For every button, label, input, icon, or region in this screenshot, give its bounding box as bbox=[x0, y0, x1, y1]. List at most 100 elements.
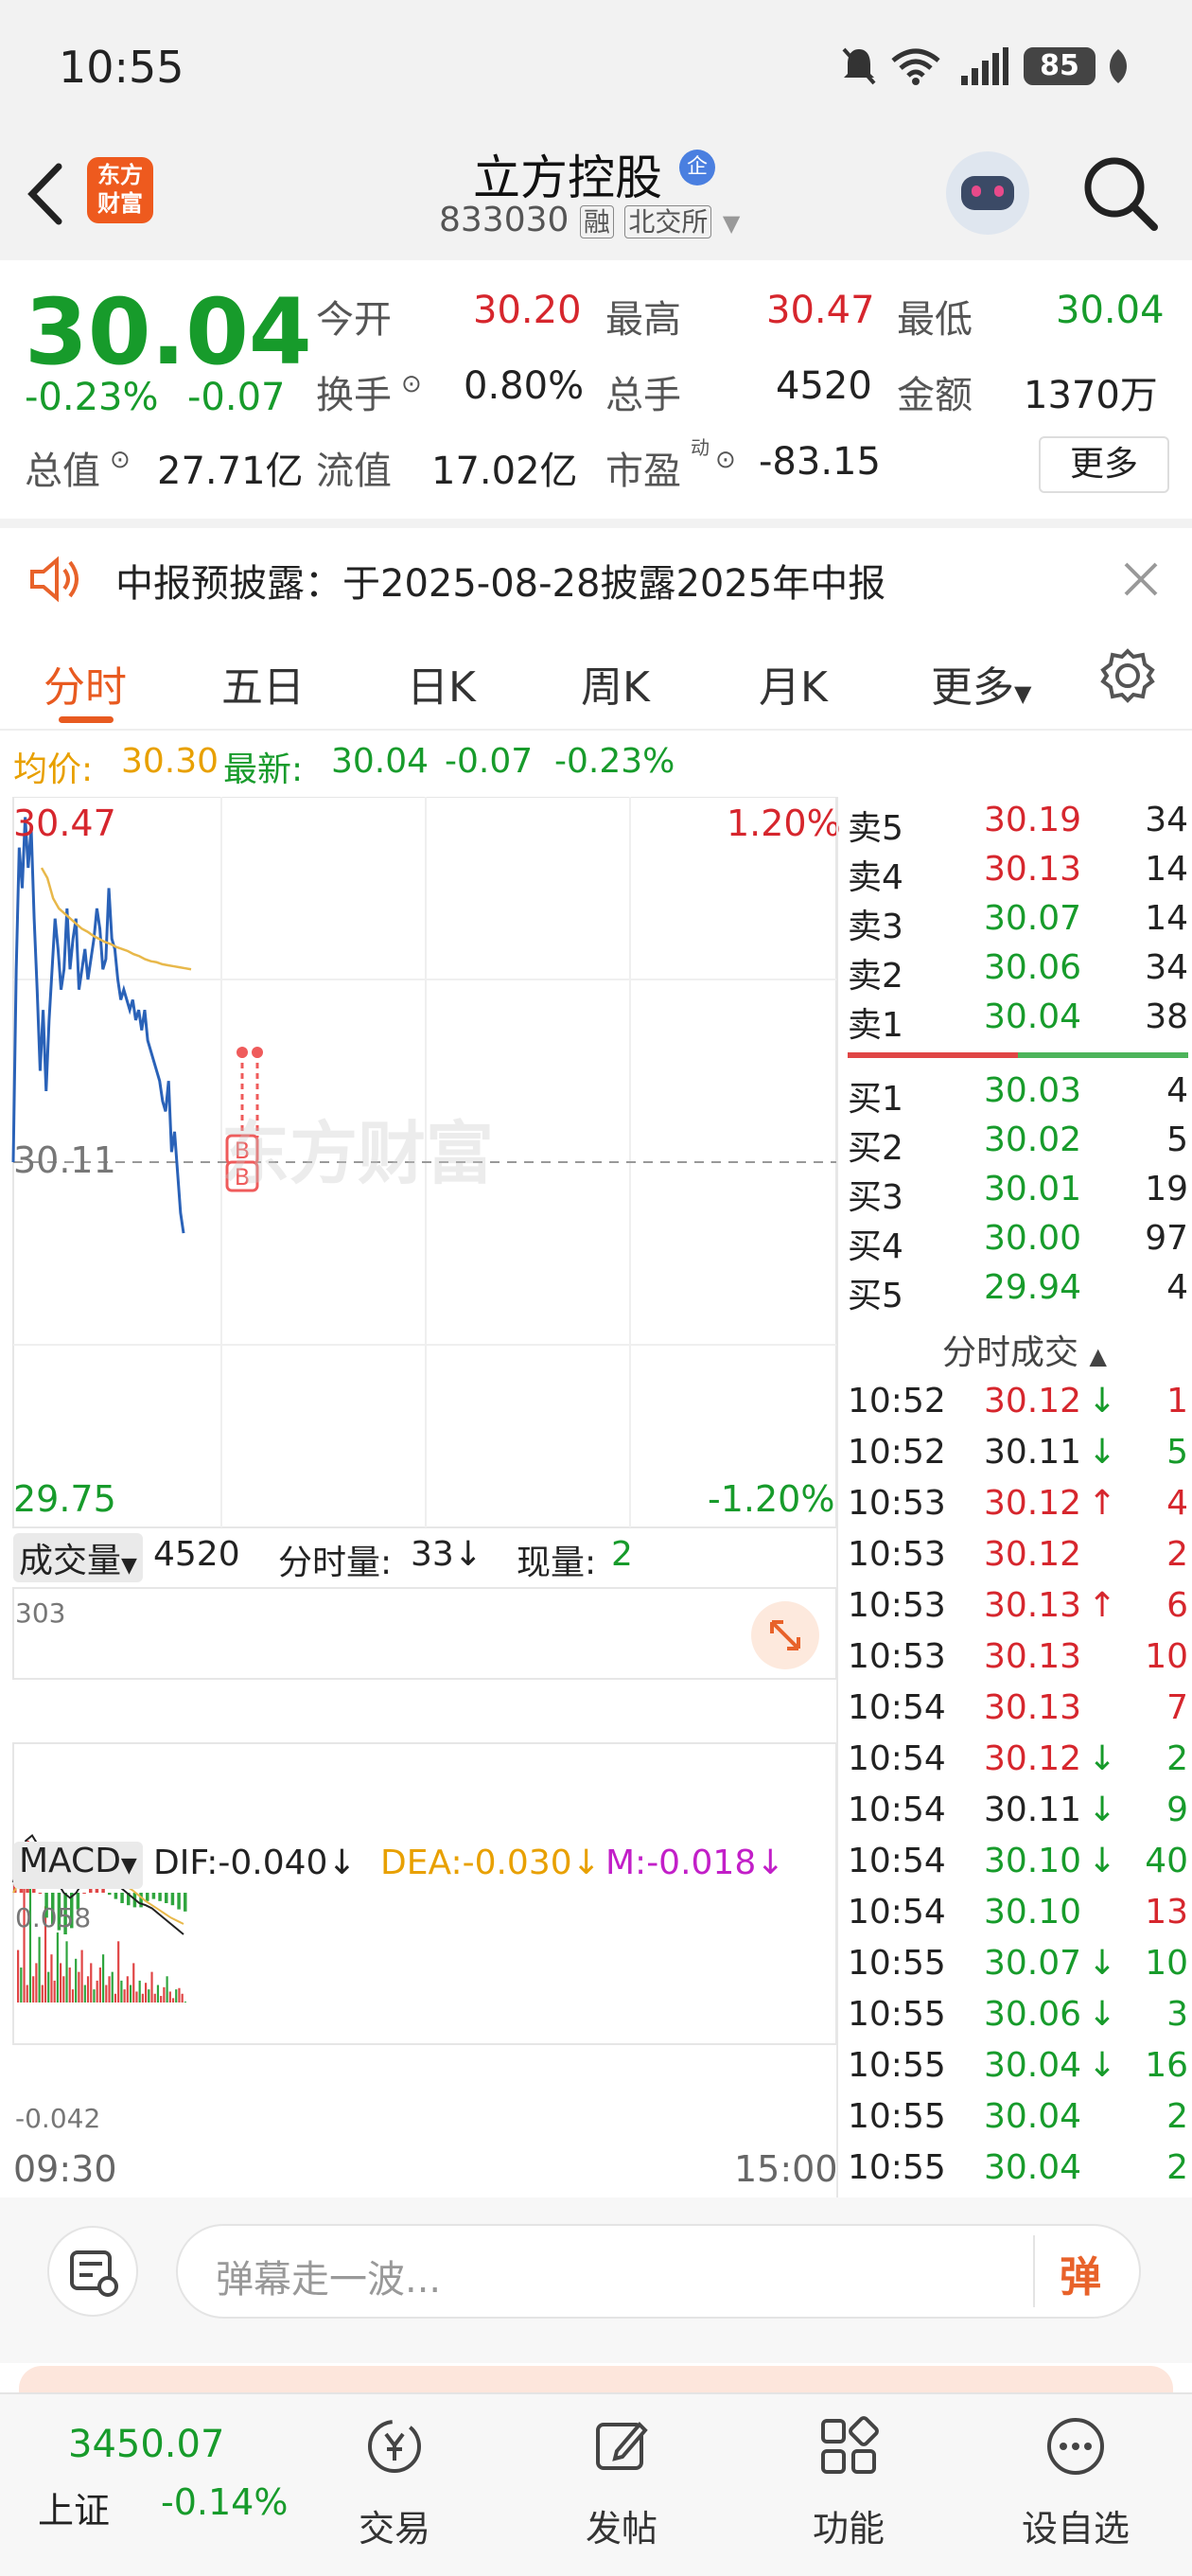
tick-direction-icon: ↓ bbox=[1088, 1842, 1117, 1880]
tick-direction-icon: ↓ bbox=[1088, 1944, 1117, 1983]
period-tabs: 分时 五日 日K 周K 月K 更多▼ bbox=[0, 625, 1192, 731]
robot-avatar[interactable] bbox=[946, 151, 1029, 235]
volume-bar bbox=[38, 1936, 41, 2003]
macd-bar bbox=[158, 1893, 162, 1901]
watermark: 东方财富 bbox=[221, 1114, 495, 1193]
tab-more[interactable]: 更多▼ bbox=[931, 653, 1031, 714]
macd-bar bbox=[170, 1893, 175, 1906]
tab-more-label: 更多 bbox=[931, 663, 1014, 712]
mktcap-info-icon[interactable]: ⊙ bbox=[110, 446, 131, 474]
bid-row: 买5 29.94 4 bbox=[848, 1268, 1188, 1317]
tick-row: 10:54 30.12 ↓ 2 bbox=[848, 1739, 1188, 1791]
pe-info-icon[interactable]: ⊙ bbox=[715, 446, 736, 474]
tab-weekly-k[interactable]: 周K bbox=[581, 653, 650, 714]
nav-functions[interactable]: 功能 bbox=[778, 2413, 920, 2551]
tick-time: 10:55 bbox=[848, 1995, 946, 2034]
macd-dea: DEA:-0.030↓ bbox=[380, 1844, 601, 1882]
nav-trade[interactable]: 交易 bbox=[324, 2413, 465, 2551]
signal-icon bbox=[961, 47, 1008, 85]
expand-icon[interactable] bbox=[751, 1601, 819, 1669]
bid-qty: 4 bbox=[1166, 1071, 1188, 1110]
volume-bar bbox=[120, 1980, 123, 2003]
bid-price: 29.94 bbox=[984, 1268, 1082, 1307]
macd-bar bbox=[184, 1893, 187, 1912]
tab-monthly-k[interactable]: 月K bbox=[759, 653, 828, 714]
bid-label: 买1 bbox=[848, 1080, 903, 1119]
ask-qty: 38 bbox=[1145, 997, 1188, 1036]
low-value: 30.04 bbox=[1056, 289, 1165, 332]
dropdown-caret-icon[interactable]: ▼ bbox=[723, 210, 740, 237]
float-value: 17.02亿 bbox=[431, 450, 578, 493]
volume-bar bbox=[78, 1971, 80, 2003]
grid-icon bbox=[821, 2416, 879, 2474]
bid-qty: 19 bbox=[1145, 1170, 1188, 1209]
comment-input[interactable]: 弹幕走一波... 弹 bbox=[176, 2224, 1141, 2319]
open-value: 30.20 bbox=[473, 289, 582, 332]
volume-bar bbox=[41, 1985, 44, 2003]
tick-qty: 40 bbox=[1145, 1842, 1188, 1880]
tick-qty: 9 bbox=[1166, 1791, 1188, 1829]
tick-time: 10:54 bbox=[848, 1688, 946, 1727]
macd-m: M:-0.018↓ bbox=[605, 1844, 785, 1882]
caret-up-icon: ▲ bbox=[1089, 1343, 1107, 1369]
volume-bar bbox=[166, 1976, 168, 2003]
app-logo[interactable]: 东方财富 bbox=[87, 157, 153, 223]
volume-bar bbox=[168, 1991, 171, 2003]
index-pct: -0.14% bbox=[161, 2481, 289, 2523]
ticks-title[interactable]: 分时成交 ▲ bbox=[942, 1325, 1107, 1374]
tick-direction-icon: ↓ bbox=[1088, 1791, 1117, 1829]
tick-qty: 13 bbox=[1145, 1893, 1188, 1932]
tick-row: 10:53 30.13 ↑ 6 bbox=[848, 1586, 1188, 1637]
nav-post[interactable]: 发帖 bbox=[551, 2413, 692, 2551]
macd-selector[interactable]: MACD▼ bbox=[13, 1842, 143, 1889]
ask-price: 30.04 bbox=[984, 997, 1082, 1036]
tick-qty: 1 bbox=[1166, 1382, 1188, 1420]
index-widget[interactable]: 3450.07 上证 -0.14% bbox=[0, 2394, 303, 2576]
tick-row: 10:55 30.07 ↓ 10 bbox=[848, 1944, 1188, 1995]
tick-price: 30.12 bbox=[984, 1484, 1082, 1523]
macd-bar bbox=[151, 1893, 156, 1899]
volume-bar bbox=[141, 1993, 144, 2003]
tick-direction-icon: ↓ bbox=[1088, 2046, 1117, 2085]
tab-daily-k[interactable]: 日K bbox=[407, 653, 476, 714]
comment-settings-button[interactable] bbox=[47, 2226, 138, 2317]
volume-bar bbox=[90, 1963, 93, 2003]
notice-bar[interactable]: 中报预披露：于2025-08-28披露2025年中报 bbox=[0, 519, 1192, 635]
ask-row: 卖3 30.07 14 bbox=[848, 899, 1188, 948]
volume-bar bbox=[93, 1989, 96, 2003]
back-arrow-icon[interactable] bbox=[25, 161, 66, 227]
volume-selector[interactable]: 成交量▼ bbox=[13, 1533, 143, 1582]
danmaku-send-button[interactable]: 弹 bbox=[1060, 2243, 1101, 2303]
status-time: 10:55 bbox=[59, 42, 184, 93]
index-value: 3450.07 bbox=[68, 2423, 225, 2466]
vol-label: 成交量 bbox=[19, 1542, 122, 1580]
tick-price: 30.11 bbox=[984, 1791, 1082, 1829]
close-icon[interactable] bbox=[1122, 560, 1160, 598]
settings-gear-icon[interactable] bbox=[1099, 647, 1156, 704]
avg-value: 30.30 bbox=[121, 742, 219, 781]
bid-row: 买2 30.02 5 bbox=[848, 1120, 1188, 1170]
yen-cycle-icon bbox=[368, 2420, 421, 2473]
tab-intraday[interactable]: 分时 bbox=[44, 653, 127, 714]
search-icon[interactable] bbox=[1080, 153, 1160, 233]
macd-bar bbox=[139, 1893, 143, 1908]
more-button[interactable]: 更多 bbox=[1039, 436, 1169, 493]
macd-bar bbox=[120, 1893, 124, 1903]
volume-bar bbox=[20, 1967, 23, 2003]
turnover-info-icon[interactable]: ⊙ bbox=[401, 370, 422, 398]
nav-add-watchlist[interactable]: 设自选 bbox=[1005, 2413, 1147, 2551]
bottom-nav: 3450.07 上证 -0.14% 交易 发帖 功能 设自选 bbox=[0, 2392, 1192, 2576]
enterprise-badge: 企 bbox=[679, 150, 715, 185]
tick-price: 30.12 bbox=[984, 1739, 1082, 1778]
tick-qty: 10 bbox=[1145, 1944, 1188, 1983]
tick-time: 10:52 bbox=[848, 1433, 946, 1472]
current-price: 30.04 bbox=[25, 279, 312, 385]
mktcap-label: 总值 bbox=[25, 450, 100, 493]
tab-five-day[interactable]: 五日 bbox=[221, 653, 305, 714]
tick-time: 10:53 bbox=[848, 1484, 946, 1523]
change-value: -0.07 bbox=[187, 376, 286, 419]
order-book-panel: 卖5 30.19 34 卖4 30.13 14 卖3 30.07 14 卖2 30.06 34 卖1 30… bbox=[836, 797, 1192, 2197]
bid-qty: 4 bbox=[1166, 1268, 1188, 1307]
volume-bar bbox=[129, 1985, 132, 2003]
volume-bar bbox=[160, 1996, 163, 2003]
